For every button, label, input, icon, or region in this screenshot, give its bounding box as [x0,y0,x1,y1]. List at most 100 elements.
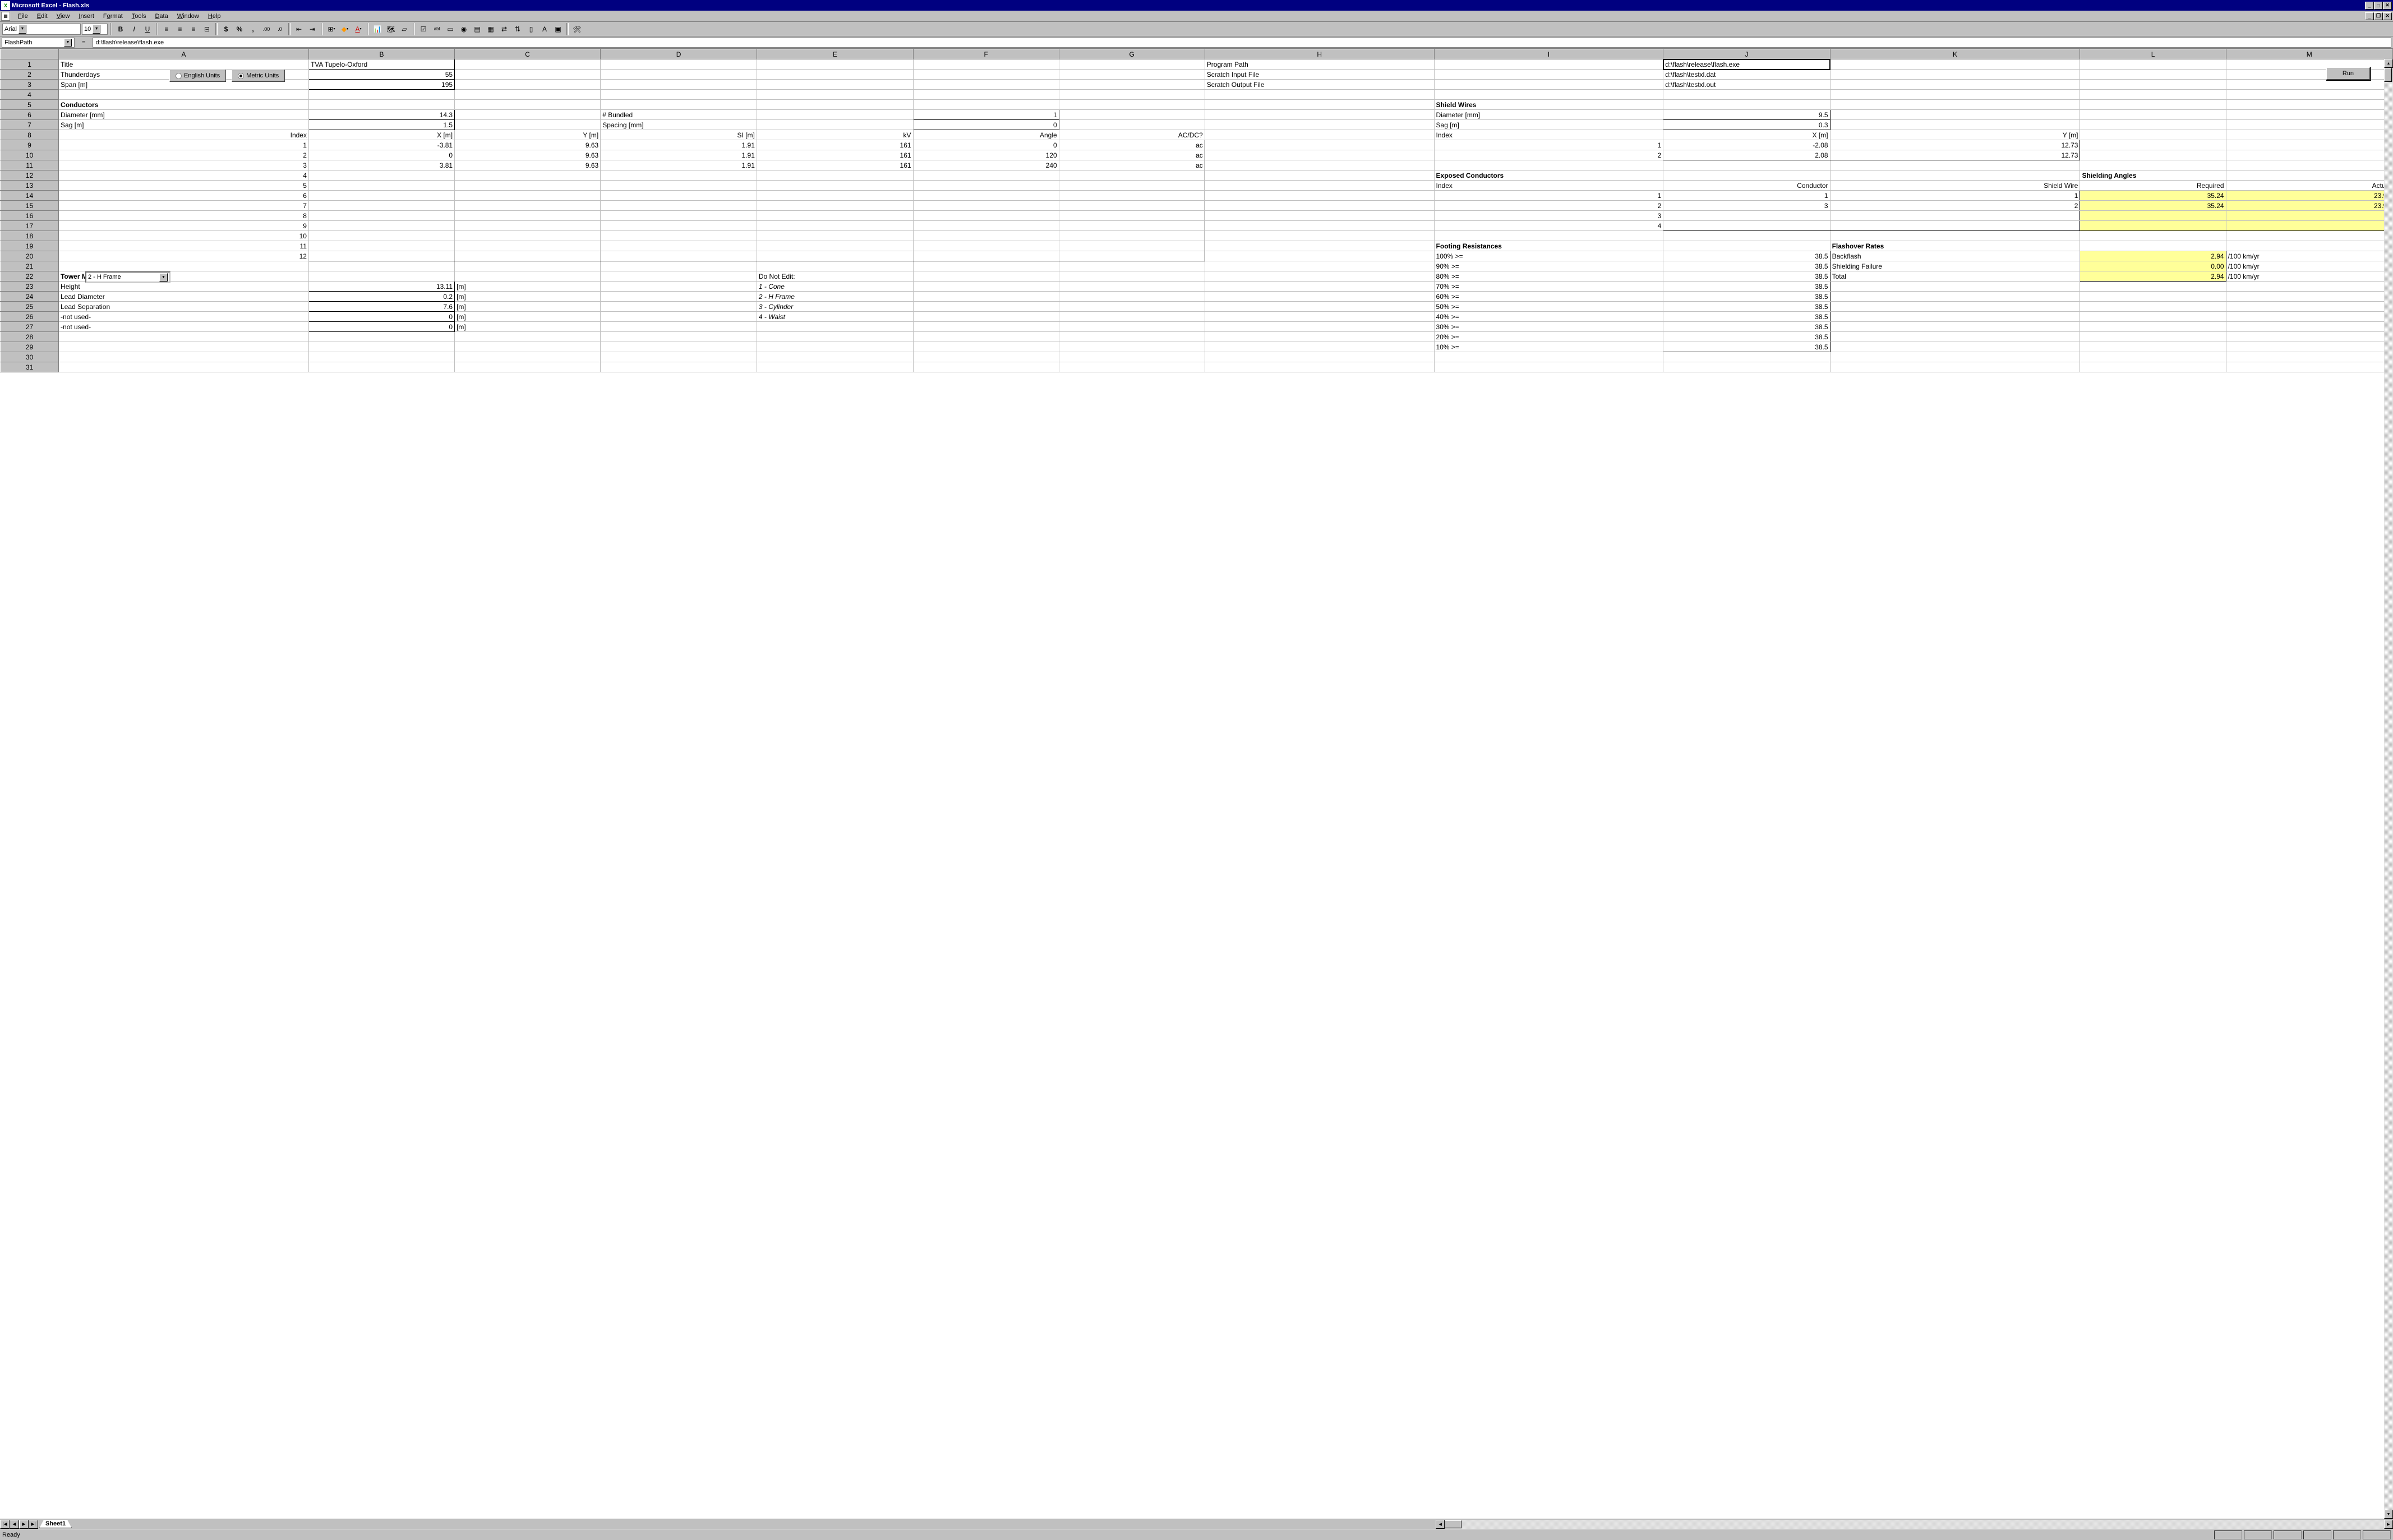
cell-D2[interactable] [601,70,757,80]
cell-K23[interactable] [1830,282,2080,292]
cell-D21[interactable] [601,261,757,271]
cell-M19[interactable] [2226,241,2392,251]
menu-help[interactable]: Help [204,12,225,21]
cell-C13[interactable] [455,181,601,191]
cell-C2[interactable] [455,70,601,80]
combo-control-button[interactable]: ▦ [485,23,497,35]
currency-button[interactable]: $ [220,23,232,35]
cell-C28[interactable] [455,332,601,342]
cell-E6[interactable] [757,110,913,120]
cell-G12[interactable] [1059,170,1205,181]
cell-D9[interactable]: 1.91 [601,140,757,150]
cell-K29[interactable] [1830,342,2080,352]
cell-C17[interactable] [455,221,601,231]
cell-D27[interactable] [601,322,757,332]
font-size-combo[interactable]: 10 ▼ [82,24,108,35]
cell-M25[interactable] [2226,302,2392,312]
cell-L30[interactable] [2080,352,2226,362]
cell-E30[interactable] [757,352,913,362]
row-header-19[interactable]: 19 [1,241,59,251]
row-header-4[interactable]: 4 [1,90,59,100]
cell-M3[interactable] [2226,80,2392,90]
scroll-left-button[interactable]: ◀ [1436,1520,1445,1529]
cell-B30[interactable] [308,352,454,362]
run-button[interactable]: Run [2326,67,2371,80]
cell-I21[interactable]: 90% >= [1434,261,1663,271]
cell-I26[interactable]: 40% >= [1434,312,1663,322]
cell-H14[interactable] [1205,191,1434,201]
cell-F14[interactable] [913,191,1059,201]
chart-button[interactable]: 📊 [371,23,384,35]
cell-K1[interactable] [1830,59,2080,70]
cell-H22[interactable] [1205,271,1434,282]
cell-M18[interactable] [2226,231,2392,241]
cell-G20[interactable] [1059,251,1205,261]
cell-L18[interactable] [2080,231,2226,241]
cell-F26[interactable] [913,312,1059,322]
cell-C19[interactable] [455,241,601,251]
map-button[interactable]: 🗺 [385,23,397,35]
cell-B17[interactable] [308,221,454,231]
drawing-button[interactable]: ▱ [398,23,411,35]
cell-A4[interactable] [59,90,309,100]
cell-M27[interactable] [2226,322,2392,332]
cell-L15[interactable]: 35.24 [2080,201,2226,211]
cell-B13[interactable] [308,181,454,191]
radio-control-button[interactable]: ◉ [458,23,470,35]
cell-H13[interactable] [1205,181,1434,191]
cell-B31[interactable] [308,362,454,372]
cell-I3[interactable] [1434,80,1663,90]
cell-H8[interactable] [1205,130,1434,140]
cell-L11[interactable] [2080,160,2226,170]
cell-K31[interactable] [1830,362,2080,372]
row-header-5[interactable]: 5 [1,100,59,110]
cell-H28[interactable] [1205,332,1434,342]
cell-B20[interactable] [308,251,454,261]
cell-J18[interactable] [1663,231,1830,241]
cell-G19[interactable] [1059,241,1205,251]
cell-L23[interactable] [2080,282,2226,292]
cell-E19[interactable] [757,241,913,251]
cell-K30[interactable] [1830,352,2080,362]
cell-I24[interactable]: 60% >= [1434,292,1663,302]
cell-K20[interactable]: Backflash [1830,251,2080,261]
cell-G23[interactable] [1059,282,1205,292]
borders-button[interactable]: ⊞▾ [325,23,338,35]
cell-J10[interactable]: 2.08 [1663,150,1830,160]
menu-view[interactable]: View [52,12,75,21]
cell-J6[interactable]: 9.5 [1663,110,1830,120]
cell-F25[interactable] [913,302,1059,312]
cell-B11[interactable]: 3.81 [308,160,454,170]
cell-E5[interactable] [757,100,913,110]
cell-B29[interactable] [308,342,454,352]
cell-J4[interactable] [1663,90,1830,100]
cell-B6[interactable]: 14.3 [308,110,454,120]
english-units-radio[interactable]: English Units [169,70,226,82]
cell-D11[interactable]: 1.91 [601,160,757,170]
cell-L12[interactable]: Shielding Angles [2080,170,2226,181]
row-header-14[interactable]: 14 [1,191,59,201]
col-A[interactable]: A [59,49,309,59]
cell-F9[interactable]: 0 [913,140,1059,150]
cell-F27[interactable] [913,322,1059,332]
cell-D7[interactable]: Spacing [mm] [601,120,757,130]
row-header-17[interactable]: 17 [1,221,59,231]
cell-E8[interactable]: kV [757,130,913,140]
cell-D14[interactable] [601,191,757,201]
cell-M24[interactable] [2226,292,2392,302]
cell-C15[interactable] [455,201,601,211]
cell-I13[interactable]: Index [1434,181,1663,191]
cell-F12[interactable] [913,170,1059,181]
increase-decimal-button[interactable]: .00 [260,23,273,35]
cell-F23[interactable] [913,282,1059,292]
cell-G27[interactable] [1059,322,1205,332]
col-B[interactable]: B [308,49,454,59]
cell-I18[interactable] [1434,231,1663,241]
cell-H4[interactable] [1205,90,1434,100]
cell-E28[interactable] [757,332,913,342]
toggle-button[interactable]: ⇄ [498,23,510,35]
cell-H10[interactable] [1205,150,1434,160]
cell-K28[interactable] [1830,332,2080,342]
scroll-track[interactable] [1461,1520,2384,1529]
cell-D16[interactable] [601,211,757,221]
